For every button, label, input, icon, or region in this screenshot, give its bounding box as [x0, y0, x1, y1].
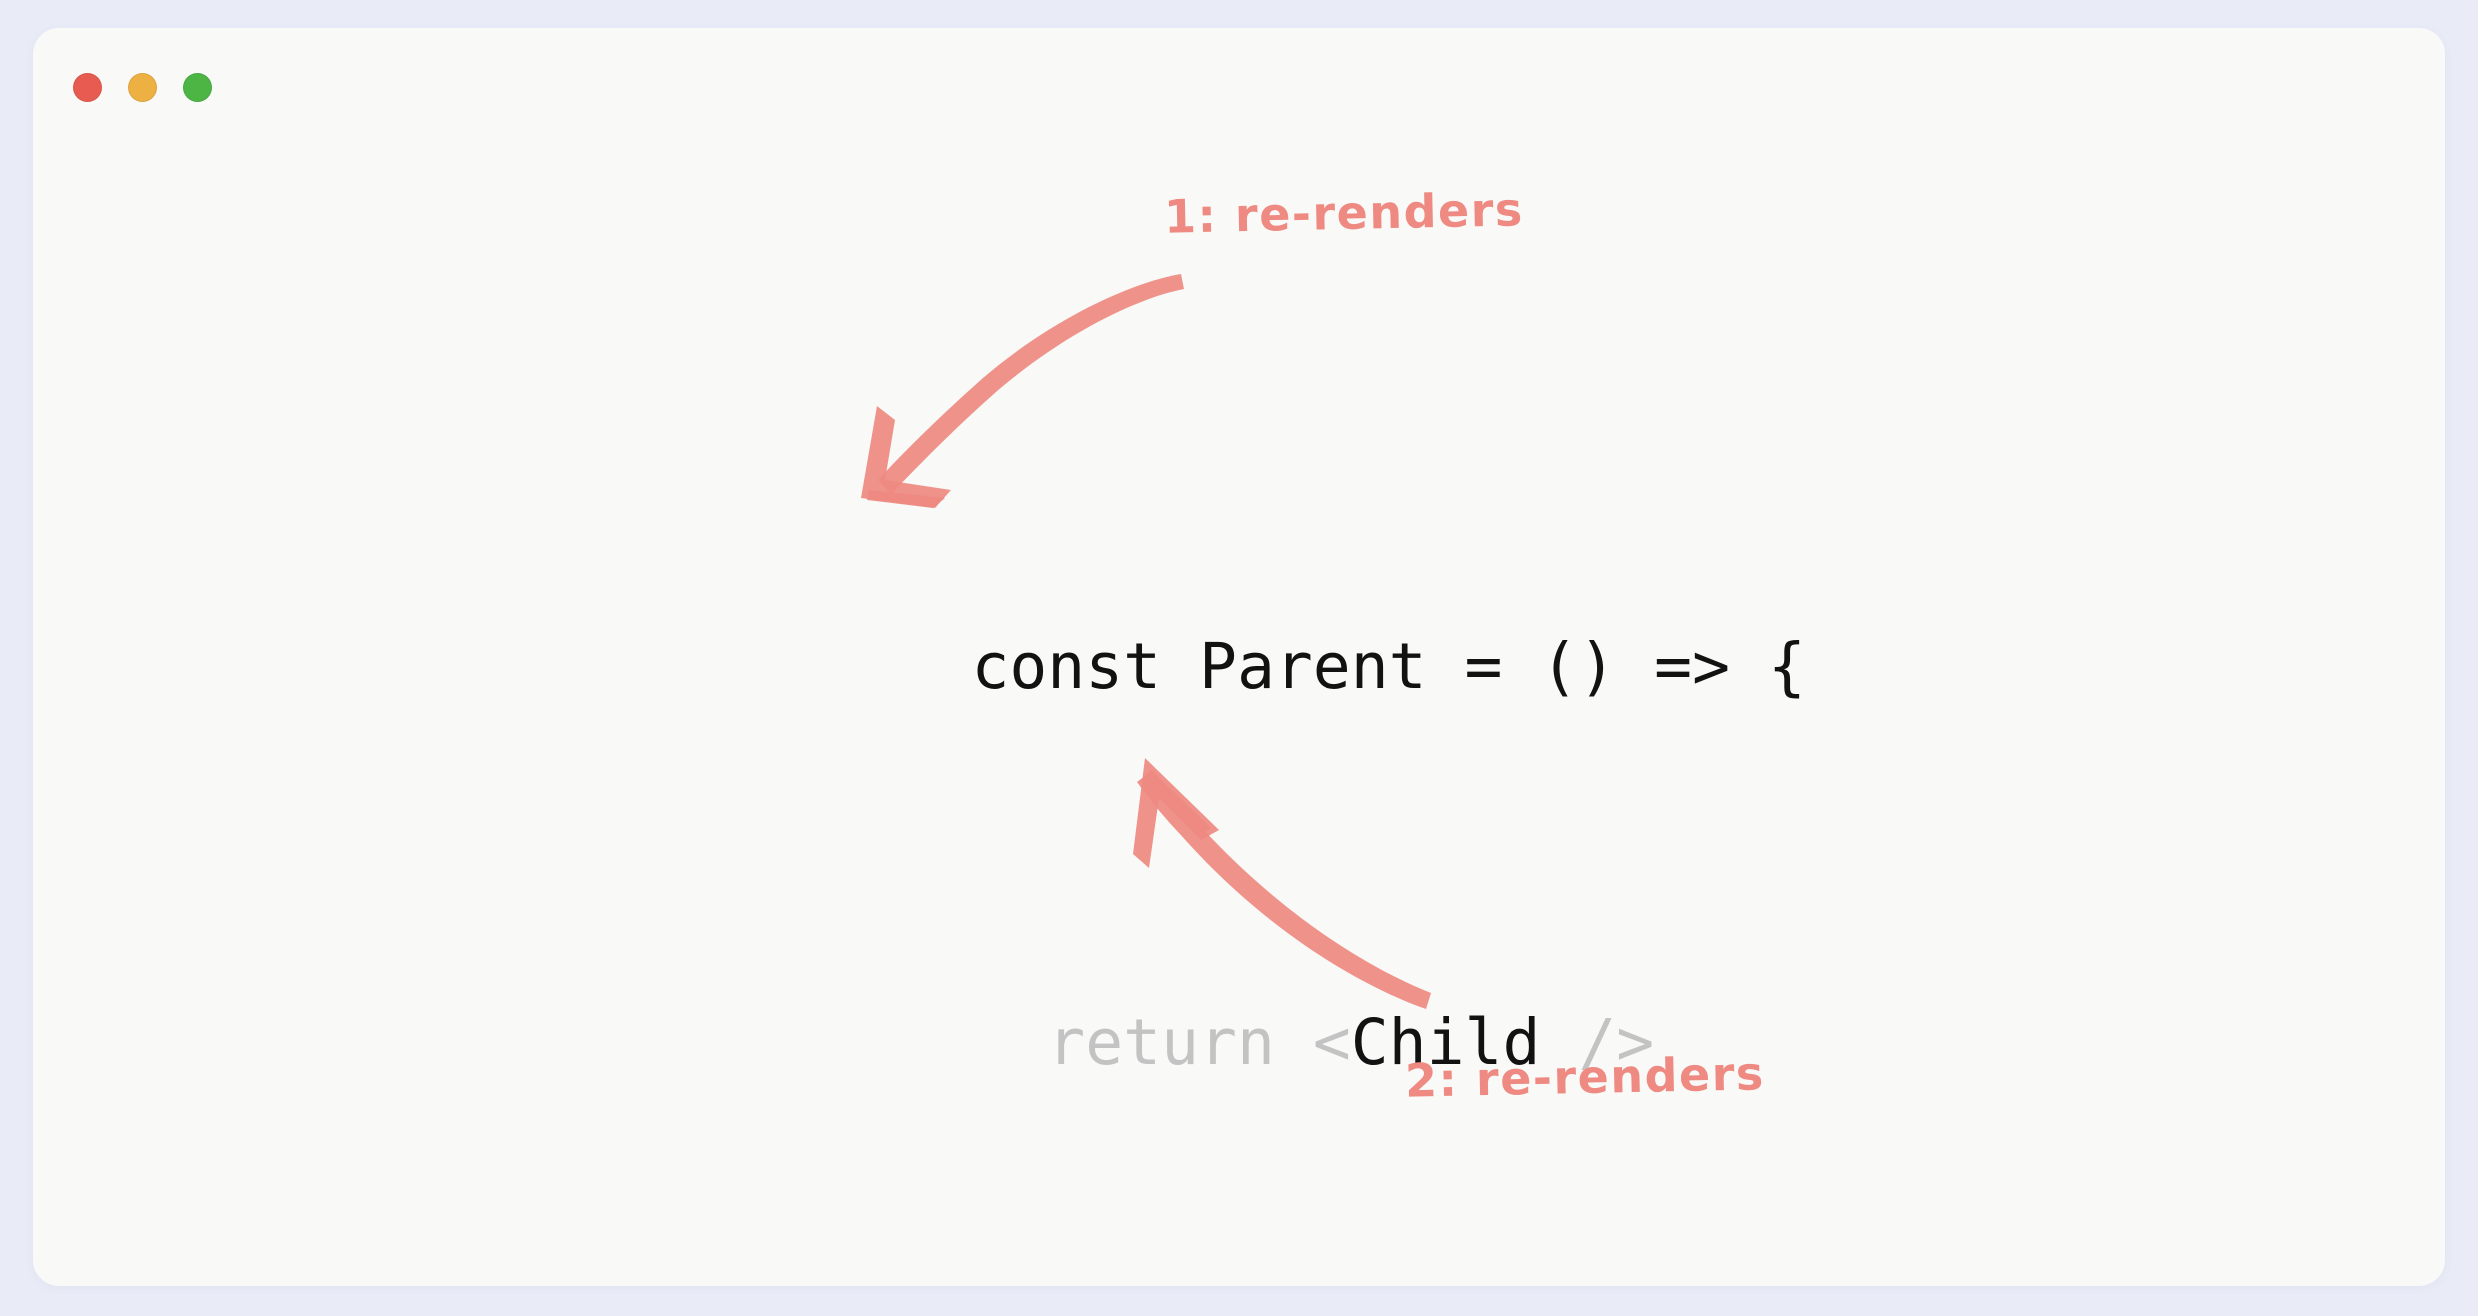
code-token: <	[1312, 1006, 1351, 1079]
window-minimize-button[interactable]	[128, 73, 157, 102]
code-token: const Parent = () => {	[971, 630, 1806, 703]
code-window-card: const Parent = () => { return <Child /> …	[33, 28, 2445, 1286]
annotation-label-2: 2: re-renders	[1404, 1046, 1766, 1108]
code-line-1: const Parent = () => {	[668, 572, 1806, 761]
window-traffic-lights	[73, 73, 212, 102]
annotation-label-1: 1: re-renders	[1163, 182, 1525, 244]
code-snippet: const Parent = () => { return <Child /> …	[668, 446, 1806, 1286]
code-token: return	[971, 1006, 1313, 1079]
screenshot-root: const Parent = () => { return <Child /> …	[0, 0, 2478, 1316]
code-line-2: return <Child />	[668, 948, 1806, 1137]
window-close-button[interactable]	[73, 73, 102, 102]
window-maximize-button[interactable]	[183, 73, 212, 102]
